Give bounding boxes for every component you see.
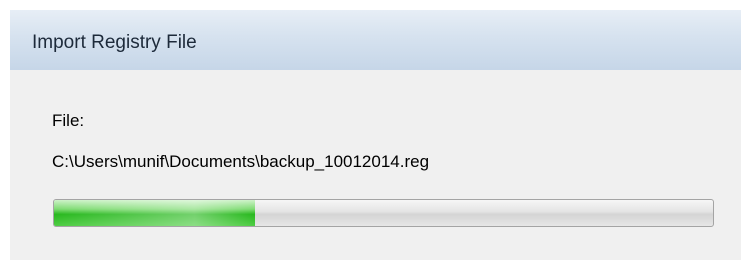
import-progress-bar	[53, 199, 714, 227]
file-path: C:\Users\munif\Documents\backup_10012014…	[52, 152, 430, 171]
dialog-content: File: C:\Users\munif\Documents\backup_10…	[10, 70, 741, 260]
progress-glow	[54, 200, 255, 226]
file-label: File:	[52, 111, 85, 130]
import-registry-dialog: Import Registry File File: C:\Users\muni…	[10, 10, 741, 260]
dialog-titlebar[interactable]: Import Registry File	[10, 10, 741, 70]
dialog-title: Import Registry File	[32, 32, 197, 53]
